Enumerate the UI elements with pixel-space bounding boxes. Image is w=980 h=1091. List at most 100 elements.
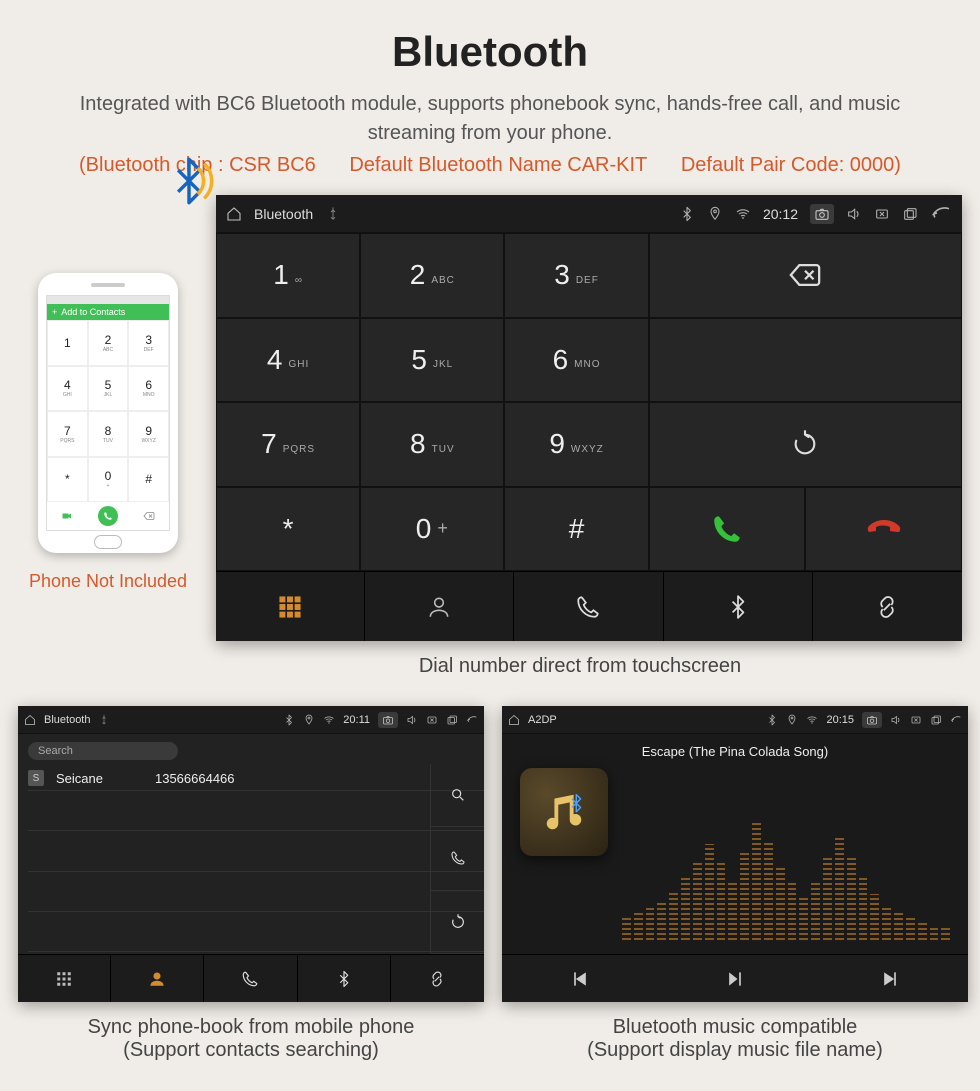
- spec-paircode: Default Pair Code: 0000): [681, 154, 901, 176]
- contact-number: 13566664466: [155, 771, 235, 786]
- dial-key-*[interactable]: *: [216, 487, 360, 572]
- search-input[interactable]: Search: [28, 742, 178, 760]
- dial-key-8[interactable]: 8TUV: [360, 402, 504, 487]
- usb-icon: [98, 714, 110, 726]
- a2dp-caption1: Bluetooth music compatible: [613, 1016, 858, 1039]
- smartphone-mock: + Add to Contacts 12ABC3DEF4GHI5JKL6MNO7…: [38, 273, 178, 553]
- backspace-icon: [143, 510, 155, 522]
- phone-key-0: 0+: [88, 457, 129, 503]
- bluetooth-status-icon: [283, 714, 295, 726]
- topbar-title: Bluetooth: [254, 206, 313, 222]
- phonebook-caption1: Sync phone-book from mobile phone: [88, 1016, 415, 1039]
- tab-pair[interactable]: [813, 572, 962, 641]
- redial-button[interactable]: [649, 402, 962, 487]
- tab-contacts[interactable]: [111, 955, 204, 1002]
- playpause-button[interactable]: [657, 955, 812, 1002]
- topbar: Bluetooth 20:11: [18, 706, 484, 734]
- phone-key-2: 2ABC: [88, 320, 129, 366]
- dial-key-2[interactable]: 2ABC: [360, 233, 504, 318]
- recents-icon[interactable]: [446, 714, 458, 726]
- topbar: A2DP 20:15: [502, 706, 968, 734]
- clock: 20:15: [826, 714, 854, 726]
- video-icon: [61, 510, 73, 522]
- wifi-icon: [735, 206, 751, 222]
- headunit-phonebook: Bluetooth 20:11 Search: [18, 706, 484, 1002]
- back-icon[interactable]: [466, 714, 478, 726]
- tab-bt-settings[interactable]: [664, 572, 813, 641]
- tab-dialpad[interactable]: [216, 572, 365, 641]
- dial-key-6[interactable]: 6MNO: [504, 318, 648, 403]
- backspace-button[interactable]: [649, 233, 962, 318]
- topbar: Bluetooth 20:12: [216, 195, 962, 233]
- dial-key-7[interactable]: 7PQRS: [216, 402, 360, 487]
- album-art: [520, 768, 608, 856]
- phone-key-1: 1: [47, 320, 88, 366]
- back-icon[interactable]: [950, 714, 962, 726]
- side-sync-button[interactable]: [430, 891, 484, 954]
- dial-key-1[interactable]: 1∞: [216, 233, 360, 318]
- contact-row[interactable]: S Seicane 13566664466: [28, 766, 484, 791]
- now-playing-title: Escape (The Pina Colada Song): [642, 744, 828, 759]
- dial-key-#[interactable]: #: [504, 487, 648, 572]
- side-search-button[interactable]: [430, 764, 484, 827]
- phone-addcontact-bar: + Add to Contacts: [47, 304, 169, 320]
- phone-key-5: 5JKL: [88, 366, 129, 412]
- visualizer: [622, 784, 950, 940]
- back-icon[interactable]: [930, 203, 952, 225]
- bluetooth-status-icon: [766, 714, 778, 726]
- screenshot-icon[interactable]: [814, 206, 830, 222]
- side-call-button[interactable]: [430, 827, 484, 890]
- close-app-icon[interactable]: [426, 714, 438, 726]
- phone-key-3: 3DEF: [128, 320, 169, 366]
- gps-icon: [707, 206, 723, 222]
- home-icon[interactable]: [226, 206, 242, 222]
- phone-key-9: 9WXYZ: [128, 411, 169, 457]
- phone-key-7: 7PQRS: [47, 411, 88, 457]
- home-icon[interactable]: [24, 714, 36, 726]
- tab-recent-calls[interactable]: [204, 955, 297, 1002]
- call-button[interactable]: [649, 487, 806, 572]
- home-icon[interactable]: [508, 714, 520, 726]
- dial-key-4[interactable]: 4GHI: [216, 318, 360, 403]
- clock: 20:11: [343, 714, 370, 726]
- phone-key-*: *: [47, 457, 88, 503]
- volume-icon[interactable]: [846, 206, 862, 222]
- screenshot-icon[interactable]: [382, 714, 394, 726]
- next-button[interactable]: [813, 955, 968, 1002]
- tab-pair[interactable]: [391, 955, 484, 1002]
- recents-icon[interactable]: [930, 714, 942, 726]
- volume-icon[interactable]: [406, 714, 418, 726]
- bluetooth-waves-icon: [163, 155, 215, 207]
- tab-contacts[interactable]: [365, 572, 514, 641]
- topbar-title: Bluetooth: [44, 714, 90, 726]
- dial-key-3[interactable]: 3DEF: [504, 233, 648, 318]
- contact-name: Seicane: [56, 771, 103, 786]
- dial-key-0[interactable]: 0+: [360, 487, 504, 572]
- prev-button[interactable]: [502, 955, 657, 1002]
- close-app-icon[interactable]: [910, 714, 922, 726]
- hangup-button[interactable]: [805, 487, 962, 572]
- volume-icon[interactable]: [890, 714, 902, 726]
- recents-icon[interactable]: [902, 206, 918, 222]
- tab-recent-calls[interactable]: [514, 572, 663, 641]
- dialer-caption: Dial number direct from touchscreen: [198, 655, 962, 678]
- wifi-icon: [323, 714, 335, 726]
- specs-line: (Bluetooth chip : CSR BC6 Default Blueto…: [18, 154, 962, 177]
- phone-key-#: #: [128, 457, 169, 503]
- phone-call-button: [98, 506, 118, 526]
- page-title: Bluetooth: [18, 28, 962, 76]
- tab-bt-settings[interactable]: [298, 955, 391, 1002]
- phonebook-caption2: (Support contacts searching): [123, 1039, 379, 1062]
- screenshot-icon[interactable]: [866, 714, 878, 726]
- usb-icon: [325, 206, 341, 222]
- dial-key-5[interactable]: 5JKL: [360, 318, 504, 403]
- close-app-icon[interactable]: [874, 206, 890, 222]
- dial-key-9[interactable]: 9WXYZ: [504, 402, 648, 487]
- tab-dialpad[interactable]: [18, 955, 111, 1002]
- gps-icon: [303, 714, 315, 726]
- headunit-a2dp: A2DP 20:15 Escape (The Pina Colada Song): [502, 706, 968, 1002]
- page-subtitle: Integrated with BC6 Bluetooth module, su…: [60, 90, 920, 148]
- phone-key-4: 4GHI: [47, 366, 88, 412]
- phone-key-8: 8TUV: [88, 411, 129, 457]
- bluetooth-status-icon: [679, 206, 695, 222]
